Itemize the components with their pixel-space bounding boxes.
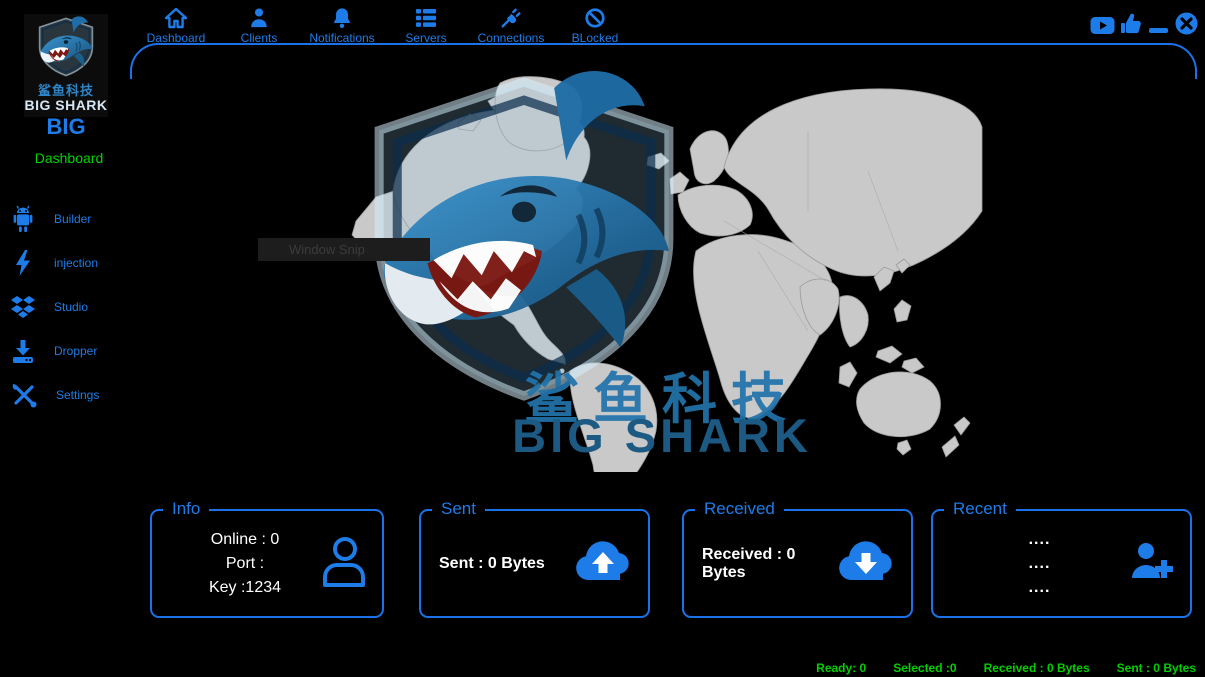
key-value: Key :1234 — [170, 576, 320, 600]
nav-label: Dashboard — [147, 31, 206, 45]
sidebar-item-studio[interactable]: Studio — [10, 291, 160, 323]
user-add-icon — [1128, 542, 1174, 585]
nav-label: Clients — [241, 31, 278, 45]
nav-label: Notifications — [309, 31, 374, 45]
status-selected: Selected :0 — [893, 661, 956, 675]
youtube-icon[interactable] — [1090, 16, 1115, 40]
page-title: Dashboard — [0, 150, 138, 166]
watermark-en-text: BIG SHARK — [338, 408, 986, 463]
user-icon — [247, 7, 271, 29]
sidebar-item-settings[interactable]: Settings — [10, 379, 160, 411]
home-icon — [164, 7, 188, 29]
sent-panel: Sent Sent : 0 Bytes — [419, 509, 650, 618]
sidebar-item-label: Dropper — [54, 344, 97, 358]
logo-en-text: BIG SHARK — [24, 98, 108, 113]
nav-label: Connections — [478, 31, 545, 45]
received-value: Received : 0 Bytes — [702, 546, 837, 582]
app-title: BIG — [0, 114, 132, 140]
minimize-icon[interactable] — [1147, 12, 1170, 40]
info-panel-legend: Info — [163, 498, 209, 520]
server-list-icon — [414, 7, 438, 29]
sent-panel-legend: Sent — [432, 498, 485, 520]
window-controls — [1090, 12, 1198, 40]
plug-icon — [499, 7, 523, 29]
recent-entry: .... — [951, 552, 1128, 576]
sent-value: Sent : 0 Bytes — [439, 555, 545, 573]
status-sent: Sent : 0 Bytes — [1117, 661, 1196, 675]
nav-label: Servers — [405, 31, 446, 45]
android-icon — [10, 205, 36, 233]
sidebar-item-label: Settings — [56, 388, 99, 402]
info-panel: Info Online : 0 Port : Key :1234 — [150, 509, 384, 618]
recent-panel: Recent .... .... .... — [931, 509, 1192, 618]
dropbox-icon — [10, 294, 36, 320]
world-map: 鲨鱼科技 BIG SHARK — [338, 70, 986, 472]
online-count: Online : 0 — [170, 528, 320, 552]
logo-cn-text: 鲨鱼科技 — [24, 83, 108, 98]
nav-blocked[interactable]: BLocked — [540, 7, 650, 45]
recent-lines: .... .... .... — [951, 528, 1128, 600]
tools-icon — [10, 381, 38, 409]
thumbs-up-icon[interactable] — [1120, 12, 1142, 40]
info-lines: Online : 0 Port : Key :1234 — [170, 528, 320, 600]
download-tray-icon — [10, 338, 36, 365]
bell-icon — [331, 7, 353, 29]
status-ready: Ready: 0 — [816, 661, 866, 675]
status-bar: Ready: 0 Selected :0 Received : 0 Bytes … — [816, 661, 1196, 675]
port-value: Port : — [170, 552, 320, 576]
sidebar-item-label: injection — [54, 256, 98, 270]
user-outline-icon — [320, 535, 366, 592]
sidebar-item-builder[interactable]: Builder — [10, 203, 160, 235]
sidebar-item-label: Builder — [54, 212, 91, 226]
sidebar-item-label: Studio — [54, 300, 88, 314]
recent-entry: .... — [951, 528, 1128, 552]
sidebar-item-dropper[interactable]: Dropper — [10, 335, 160, 367]
nav-label: BLocked — [572, 31, 619, 45]
cloud-upload-icon — [574, 540, 632, 587]
blocked-icon — [583, 7, 607, 29]
shark-logo-icon — [33, 16, 99, 78]
recent-entry: .... — [951, 576, 1128, 600]
cloud-download-icon — [837, 540, 895, 587]
app-logo: 鲨鱼科技 BIG SHARK — [24, 14, 108, 117]
status-received: Received : 0 Bytes — [984, 661, 1090, 675]
window-snip-tooltip: Window Snip — [258, 238, 430, 261]
recent-panel-legend: Recent — [944, 498, 1016, 520]
close-icon[interactable] — [1175, 12, 1198, 40]
lightning-icon — [10, 249, 36, 277]
received-panel: Received Received : 0 Bytes — [682, 509, 913, 618]
sidebar-item-injection[interactable]: injection — [10, 247, 160, 279]
received-panel-legend: Received — [695, 498, 784, 520]
